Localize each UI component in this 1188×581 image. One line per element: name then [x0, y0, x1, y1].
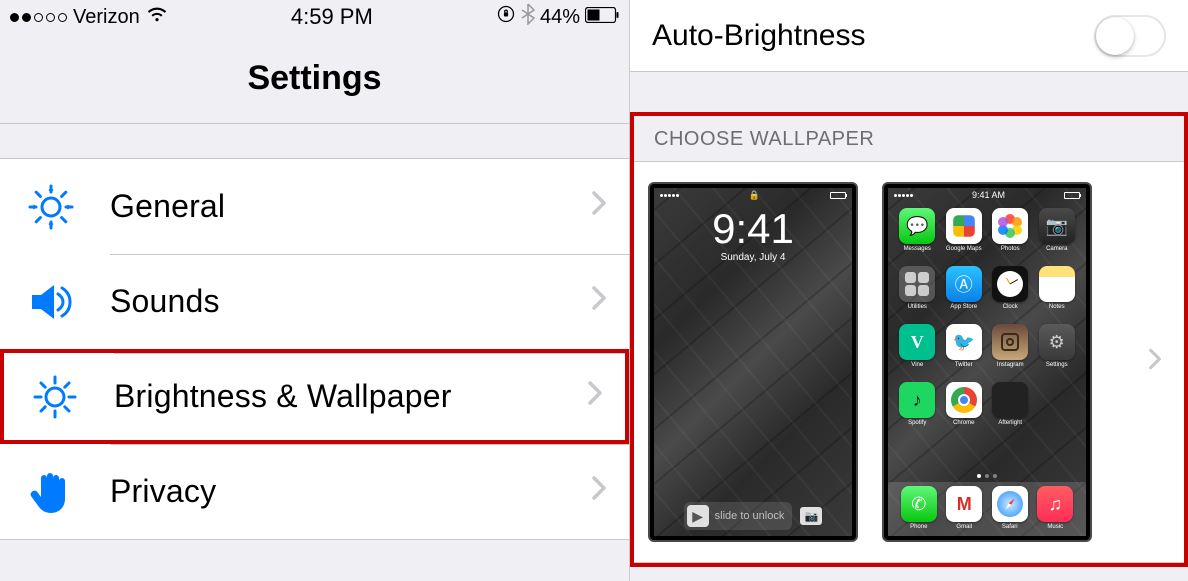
app-messages: 💬Messages [896, 208, 939, 262]
hand-icon [22, 463, 80, 521]
lock-date: Sunday, July 4 [654, 252, 852, 263]
gear-icon [22, 178, 80, 236]
signal-icon [894, 194, 913, 197]
chevron-right-icon [591, 475, 607, 509]
brightness-icon [26, 368, 84, 426]
row-label: General [110, 188, 591, 225]
brightness-wallpaper-screen: Auto-Brightness CHOOSE WALLPAPER 🔒 9:41 … [630, 0, 1188, 581]
app-photos: Photos [989, 208, 1032, 262]
rotation-lock-icon [496, 4, 516, 30]
battery-icon [585, 6, 619, 29]
app-afterlight: Afterlight [989, 382, 1032, 436]
dock-phone: ✆Phone [901, 486, 937, 530]
page-title: Settings [247, 59, 381, 98]
dock-safari: Safari [992, 486, 1028, 530]
settings-row-privacy[interactable]: Privacy [0, 444, 629, 539]
section-header: CHOOSE WALLPAPER [634, 116, 1184, 161]
auto-brightness-toggle[interactable] [1094, 15, 1166, 57]
slide-to-unlock: ▶ slide to unlock [684, 502, 793, 530]
wifi-icon [146, 3, 168, 31]
slide-text: slide to unlock [715, 510, 785, 522]
signal-strength-icon [10, 13, 67, 22]
app-google-maps: Google Maps [943, 208, 986, 262]
row-label: Brightness & Wallpaper [114, 378, 587, 415]
auto-brightness-row: Auto-Brightness [630, 0, 1188, 72]
row-label: Sounds [110, 283, 591, 320]
app-chrome: Chrome [943, 382, 986, 436]
app-twitter: 🐦Twitter [943, 324, 986, 378]
dock-music: ♫Music [1037, 486, 1073, 530]
home-screen-preview[interactable]: 9:41 AM 💬Messages Google Maps Photos 📷Ca… [882, 182, 1092, 542]
status-bar: Verizon 4:59 PM 44% [0, 0, 629, 34]
app-clock: Clock [989, 266, 1032, 320]
lock-icon: 🔒 [749, 190, 760, 201]
page-indicator [888, 470, 1086, 482]
choose-wallpaper-section: CHOOSE WALLPAPER 🔒 9:41 Sunday, July 4 [630, 112, 1188, 567]
status-time: 9:41 AM [972, 190, 1005, 200]
row-label: Privacy [110, 473, 591, 510]
chevron-right-icon [1148, 346, 1162, 378]
choose-wallpaper-row[interactable]: 🔒 9:41 Sunday, July 4 ▶ slide to unlock … [634, 161, 1184, 563]
dock: ✆Phone MGmail Safari ♫Music [888, 482, 1086, 536]
dock-gmail: MGmail [946, 486, 982, 530]
settings-row-sounds[interactable]: Sounds [0, 254, 629, 349]
settings-row-general[interactable]: General [0, 159, 629, 254]
signal-icon [660, 194, 679, 197]
page-title-bar: Settings [0, 34, 629, 124]
camera-icon: 📷 [800, 507, 822, 525]
lock-time: 9:41 [654, 208, 852, 250]
battery-icon [830, 192, 846, 199]
settings-list: General Sounds Brightness & Wallpaper [0, 158, 629, 540]
speaker-icon [22, 273, 80, 331]
app-spotify: ♪Spotify [896, 382, 939, 436]
app-app-store: ⒶApp Store [943, 266, 986, 320]
bluetooth-icon [521, 3, 535, 31]
chevron-right-icon [591, 285, 607, 319]
app-instagram: Instagram [989, 324, 1032, 378]
carrier-label: Verizon [73, 6, 140, 29]
settings-row-brightness-wallpaper[interactable]: Brightness & Wallpaper [0, 349, 629, 444]
app-settings: ⚙Settings [1036, 324, 1079, 378]
battery-icon [1064, 192, 1080, 199]
arrow-right-icon: ▶ [687, 505, 709, 527]
app-vine: VVine [896, 324, 939, 378]
app-utilities: Utilities [896, 266, 939, 320]
clock-label: 4:59 PM [291, 4, 373, 30]
lock-screen-preview[interactable]: 🔒 9:41 Sunday, July 4 ▶ slide to unlock … [648, 182, 858, 542]
auto-brightness-label: Auto-Brightness [652, 19, 865, 53]
battery-percent-label: 44% [540, 6, 580, 29]
app-notes: Notes [1036, 266, 1079, 320]
chevron-right-icon [587, 380, 603, 414]
app-camera: 📷Camera [1036, 208, 1079, 262]
settings-screen: Verizon 4:59 PM 44% Settings [0, 0, 630, 581]
chevron-right-icon [591, 190, 607, 224]
